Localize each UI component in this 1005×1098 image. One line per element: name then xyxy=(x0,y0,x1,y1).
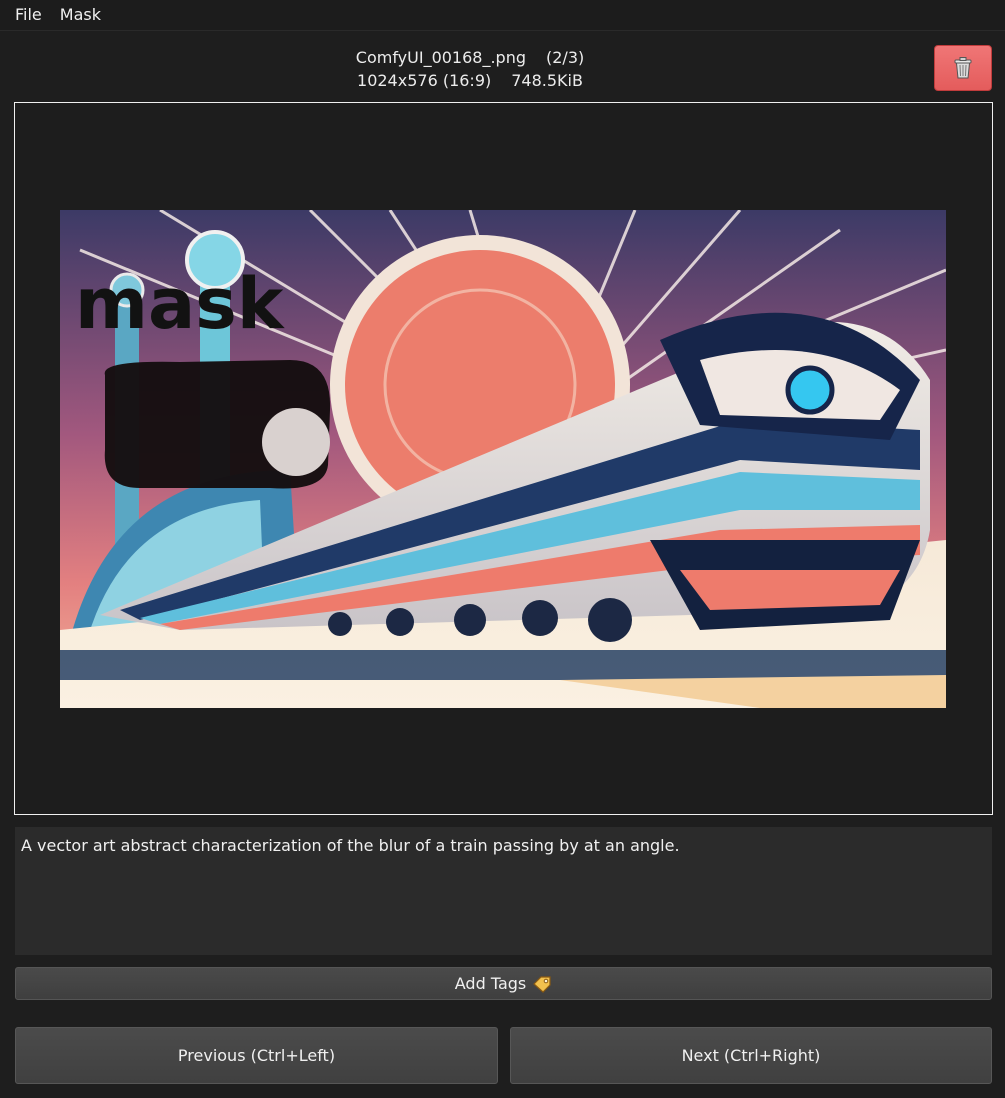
add-tags-button[interactable]: Add Tags xyxy=(15,967,992,1000)
caption-text: A vector art abstract characterization o… xyxy=(21,836,680,855)
next-label: Next (Ctrl+Right) xyxy=(681,1046,821,1065)
menu-mask[interactable]: Mask xyxy=(52,0,111,30)
train-illustration: mask xyxy=(60,210,946,708)
file-size: 748.5KiB xyxy=(511,71,583,90)
add-tags-label: Add Tags xyxy=(454,974,527,993)
next-button[interactable]: Next (Ctrl+Right) xyxy=(510,1027,992,1084)
file-position: (2/3) xyxy=(546,48,585,67)
menu-bar: File Mask xyxy=(0,0,1005,31)
file-dimensions: 1024x576 (16:9) xyxy=(357,71,492,90)
image-preview[interactable]: mask xyxy=(60,210,946,708)
image-viewer[interactable]: mask xyxy=(14,102,993,815)
file-info: ComfyUI_00168_.png (2/3) 1024x576 (16:9) 7… xyxy=(0,46,940,92)
menu-file[interactable]: File xyxy=(0,0,52,30)
file-name: ComfyUI_00168_.png xyxy=(355,48,526,67)
delete-button[interactable] xyxy=(934,45,992,91)
trash-icon xyxy=(954,57,972,79)
previous-label: Previous (Ctrl+Left) xyxy=(177,1046,336,1065)
tag-icon xyxy=(533,975,551,993)
previous-button[interactable]: Previous (Ctrl+Left) xyxy=(15,1027,498,1084)
mask-text: mask xyxy=(75,263,285,345)
caption-text-box[interactable]: A vector art abstract characterization o… xyxy=(15,827,992,955)
